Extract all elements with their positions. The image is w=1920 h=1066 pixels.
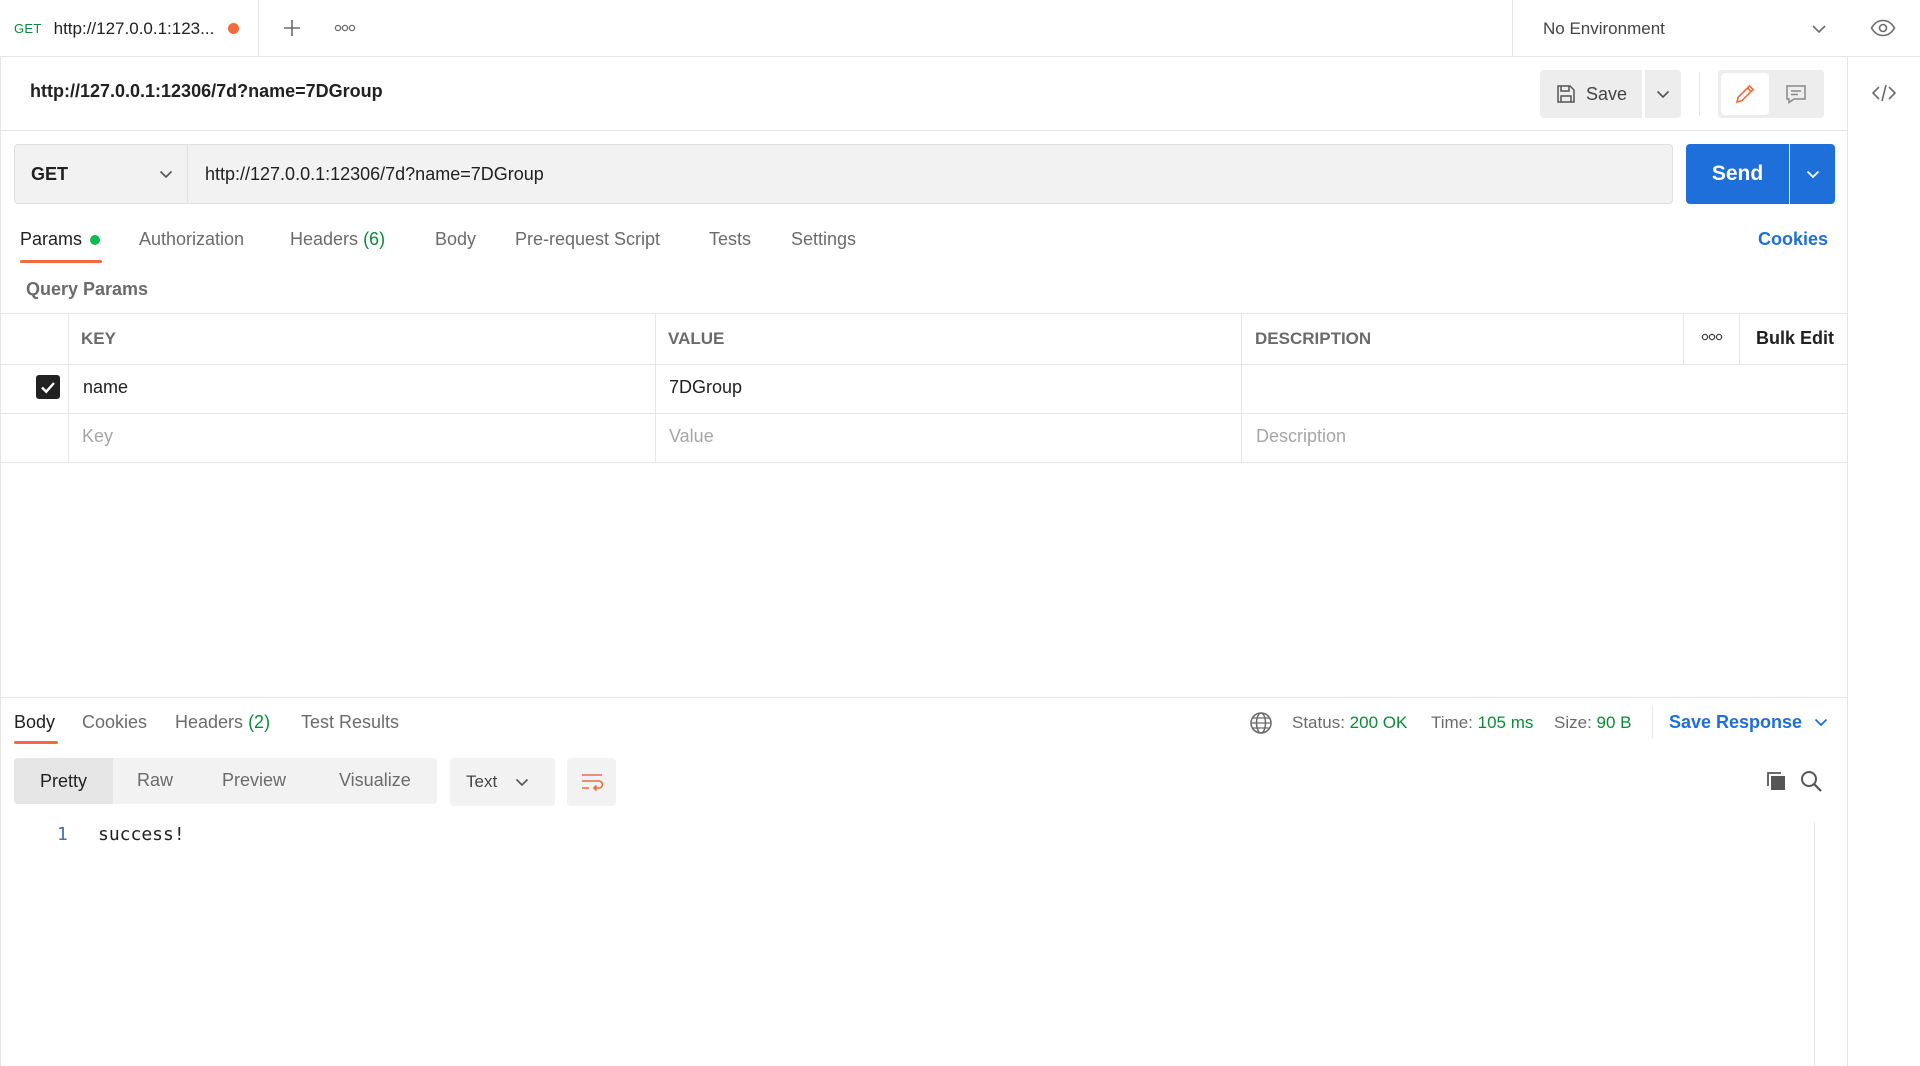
response-headers-label: Headers xyxy=(175,712,244,732)
table-row-divider xyxy=(1,413,1847,414)
tab-headers-label: Headers xyxy=(290,229,359,249)
status-divider xyxy=(1652,706,1653,738)
globe-icon[interactable] xyxy=(1249,711,1273,735)
eye-icon[interactable] xyxy=(1866,14,1900,42)
save-icon xyxy=(1556,84,1576,104)
header-divider xyxy=(0,130,1847,131)
query-params-title: Query Params xyxy=(26,279,149,299)
response-time[interactable]: Time: 105 ms xyxy=(1431,713,1533,733)
search-icon[interactable] xyxy=(1798,768,1824,794)
tab-body[interactable]: Body xyxy=(435,229,476,250)
param-value-field[interactable]: 7DGroup xyxy=(669,377,742,398)
save-button[interactable]: Save xyxy=(1540,70,1642,118)
response-divider[interactable] xyxy=(0,697,1847,698)
column-header-value: VALUE xyxy=(668,329,725,348)
tab-headers-count: (6) xyxy=(363,229,386,249)
environment-label: No Environment xyxy=(1543,18,1665,38)
status-value: 200 OK xyxy=(1349,713,1408,732)
size-value: 90 B xyxy=(1596,713,1632,732)
tab-params[interactable]: Params xyxy=(20,229,101,250)
copy-icon[interactable] xyxy=(1763,768,1789,794)
response-tab-headers[interactable]: Headers (2) xyxy=(175,712,270,733)
request-tab[interactable]: GET http://127.0.0.1:123... xyxy=(0,0,259,57)
code-icon[interactable] xyxy=(1866,79,1902,107)
line-number: 1 xyxy=(57,824,68,845)
method-select[interactable]: GET xyxy=(14,144,188,204)
save-dropdown-button[interactable] xyxy=(1645,70,1681,118)
chevron-down-icon xyxy=(1814,718,1828,727)
response-tab-test-results[interactable]: Test Results xyxy=(301,712,399,733)
response-status[interactable]: Status: 200 OK xyxy=(1292,713,1407,733)
response-size[interactable]: Size: 90 B xyxy=(1554,713,1632,733)
send-dropdown-button[interactable] xyxy=(1790,144,1835,204)
view-preview-button[interactable]: Preview xyxy=(222,770,286,791)
toolbar-divider xyxy=(1699,72,1700,116)
column-header-description: DESCRIPTION xyxy=(1255,329,1372,348)
chevron-down-icon xyxy=(159,170,173,179)
table-column-divider xyxy=(1683,313,1684,364)
param-enabled-checkbox[interactable] xyxy=(36,375,60,399)
response-body-text[interactable]: success! xyxy=(98,824,185,845)
tab-prerequest-script[interactable]: Pre-request Script xyxy=(515,229,660,250)
more-options-icon[interactable] xyxy=(331,14,359,42)
cookies-link[interactable]: Cookies xyxy=(1758,229,1828,250)
response-tab-cookies[interactable]: Cookies xyxy=(82,712,147,733)
scrollbar-track[interactable] xyxy=(1814,822,1815,1066)
active-tab-indicator xyxy=(14,741,58,744)
time-label: Time: xyxy=(1431,713,1473,732)
table-column-divider xyxy=(1241,313,1242,463)
table-column-divider xyxy=(655,313,656,463)
table-column-divider xyxy=(68,313,69,463)
table-column-divider xyxy=(1739,313,1740,364)
size-label: Size: xyxy=(1554,713,1592,732)
status-label: Status: xyxy=(1292,713,1345,732)
new-param-description-input[interactable]: Description xyxy=(1256,426,1346,447)
tab-params-label: Params xyxy=(20,229,83,249)
left-border xyxy=(0,57,1,1066)
environment-selector[interactable]: No Environment xyxy=(1512,0,1847,57)
tab-settings[interactable]: Settings xyxy=(791,229,856,250)
format-label: Text xyxy=(466,772,498,791)
view-visualize-button[interactable]: Visualize xyxy=(339,770,411,791)
save-response-label: Save Response xyxy=(1669,712,1803,732)
method-label: GET xyxy=(31,163,69,184)
request-name[interactable]: http://127.0.0.1:12306/7d?name=7DGroup xyxy=(30,81,383,102)
comment-icon[interactable] xyxy=(1772,73,1820,115)
column-header-key: KEY xyxy=(81,329,116,348)
new-param-value-input[interactable]: Value xyxy=(669,426,714,447)
tab-tests[interactable]: Tests xyxy=(709,229,751,250)
view-raw-button[interactable]: Raw xyxy=(137,770,173,791)
response-tab-body[interactable]: Body xyxy=(14,712,55,733)
tab-headers[interactable]: Headers (6) xyxy=(290,229,385,250)
active-dot-icon xyxy=(90,234,101,245)
unsaved-dot-icon xyxy=(228,23,240,34)
param-description-field[interactable] xyxy=(1255,377,1675,401)
chevron-down-icon xyxy=(1811,24,1827,34)
save-label: Save xyxy=(1586,83,1628,104)
bulk-edit-button[interactable]: Bulk Edit xyxy=(1756,328,1834,349)
tab-method-label: GET xyxy=(14,21,42,36)
save-response-button[interactable]: Save Response xyxy=(1669,712,1828,733)
active-tab-indicator xyxy=(20,260,102,263)
time-value: 105 ms xyxy=(1477,713,1534,732)
wrap-lines-icon[interactable] xyxy=(567,758,616,806)
tab-title: http://127.0.0.1:123... xyxy=(53,18,215,38)
new-param-key-input[interactable]: Key xyxy=(82,426,113,447)
pencil-icon[interactable] xyxy=(1721,73,1769,115)
right-sidebar xyxy=(1847,57,1920,1066)
view-pretty-button[interactable]: Pretty xyxy=(14,758,113,804)
send-button[interactable]: Send xyxy=(1686,144,1789,204)
response-headers-count: (2) xyxy=(248,712,271,732)
url-input[interactable]: http://127.0.0.1:12306/7d?name=7DGroup xyxy=(188,144,1673,204)
chevron-down-icon xyxy=(515,778,529,787)
more-options-icon[interactable] xyxy=(1700,325,1724,349)
tab-authorization[interactable]: Authorization xyxy=(139,229,244,250)
plus-icon[interactable] xyxy=(278,14,306,42)
format-select[interactable]: Text xyxy=(450,758,555,806)
table-row-divider xyxy=(1,364,1847,365)
param-key-field[interactable]: name xyxy=(83,377,128,398)
